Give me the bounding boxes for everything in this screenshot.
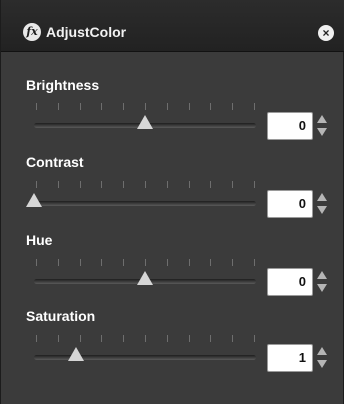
slider-tick	[189, 103, 190, 110]
slider-tick	[167, 259, 168, 266]
slider-tick	[80, 335, 81, 342]
slider-tick	[101, 259, 102, 266]
slider-tick	[80, 181, 81, 188]
contrast-label: Contrast	[26, 154, 84, 170]
slider-tick	[36, 335, 37, 342]
slider-tick	[210, 181, 211, 188]
slider-tick	[58, 181, 59, 188]
hue-slider-thumb[interactable]	[137, 271, 153, 285]
slider-tick	[80, 259, 81, 266]
decrement-arrow-icon[interactable]	[317, 360, 327, 368]
brightness-stepper[interactable]	[317, 112, 329, 140]
slider-tick	[145, 259, 146, 266]
slider-tick	[58, 259, 59, 266]
slider-tick	[210, 103, 211, 110]
slider-tick	[232, 335, 233, 342]
slider-tick	[80, 103, 81, 110]
brightness-label: Brightness	[26, 77, 100, 93]
slider-tick	[101, 181, 102, 188]
slider-tick	[189, 181, 190, 188]
saturation-stepper[interactable]	[317, 344, 329, 372]
slider-ticks	[34, 335, 256, 345]
hue-slider[interactable]	[34, 259, 256, 289]
decrement-arrow-icon[interactable]	[317, 284, 327, 292]
hue-value-field[interactable]: 0	[267, 268, 313, 296]
panel-titlebar: fx AdjustColor ×	[1, 0, 344, 52]
contrast-stepper[interactable]	[317, 190, 329, 218]
slider-tick	[58, 335, 59, 342]
slider-tick	[254, 181, 255, 188]
increment-arrow-icon[interactable]	[317, 193, 327, 201]
slider-tick	[167, 181, 168, 188]
slider-tick	[101, 335, 102, 342]
slider-tick	[101, 103, 102, 110]
saturation-value-field[interactable]: 1	[267, 344, 313, 372]
adjust-color-panel: fx AdjustColor × Brightness 0 Contrast 0…	[0, 0, 344, 404]
slider-tick	[232, 103, 233, 110]
slider-tick	[123, 103, 124, 110]
decrement-arrow-icon[interactable]	[317, 206, 327, 214]
hue-label: Hue	[26, 232, 53, 248]
slider-tick	[145, 181, 146, 188]
slider-tick	[123, 259, 124, 266]
slider-tick	[210, 335, 211, 342]
slider-tick	[210, 259, 211, 266]
increment-arrow-icon[interactable]	[317, 115, 327, 123]
hue-stepper[interactable]	[317, 268, 329, 296]
fx-icon: fx	[23, 23, 41, 41]
slider-ticks	[34, 181, 256, 191]
slider-tick	[189, 335, 190, 342]
slider-ticks	[34, 259, 256, 269]
slider-tick	[145, 103, 146, 110]
contrast-value-field[interactable]: 0	[267, 190, 313, 218]
saturation-slider-thumb[interactable]	[68, 347, 84, 361]
slider-tick	[58, 103, 59, 110]
slider-tick	[145, 335, 146, 342]
increment-arrow-icon[interactable]	[317, 347, 327, 355]
slider-tick	[167, 103, 168, 110]
slider-tick	[254, 335, 255, 342]
saturation-label: Saturation	[26, 308, 96, 324]
slider-tick	[123, 335, 124, 342]
slider-ticks	[34, 103, 256, 113]
slider-tick	[232, 181, 233, 188]
slider-tick	[167, 335, 168, 342]
brightness-value-field[interactable]: 0	[267, 112, 313, 140]
slider-tick	[189, 259, 190, 266]
contrast-slider-thumb[interactable]	[26, 193, 42, 207]
slider-tick	[254, 259, 255, 266]
contrast-slider[interactable]	[26, 181, 256, 211]
slider-tick	[254, 103, 255, 110]
slider-track[interactable]	[34, 201, 256, 206]
saturation-slider[interactable]	[34, 335, 256, 365]
panel-title: AdjustColor	[46, 24, 127, 40]
brightness-slider-thumb[interactable]	[137, 115, 153, 129]
close-icon[interactable]: ×	[318, 25, 334, 41]
increment-arrow-icon[interactable]	[317, 271, 327, 279]
slider-tick	[36, 103, 37, 110]
slider-tick	[36, 259, 37, 266]
decrement-arrow-icon[interactable]	[317, 128, 327, 136]
brightness-slider[interactable]	[34, 103, 256, 133]
slider-tick	[123, 181, 124, 188]
slider-tick	[36, 181, 37, 188]
slider-tick	[232, 259, 233, 266]
